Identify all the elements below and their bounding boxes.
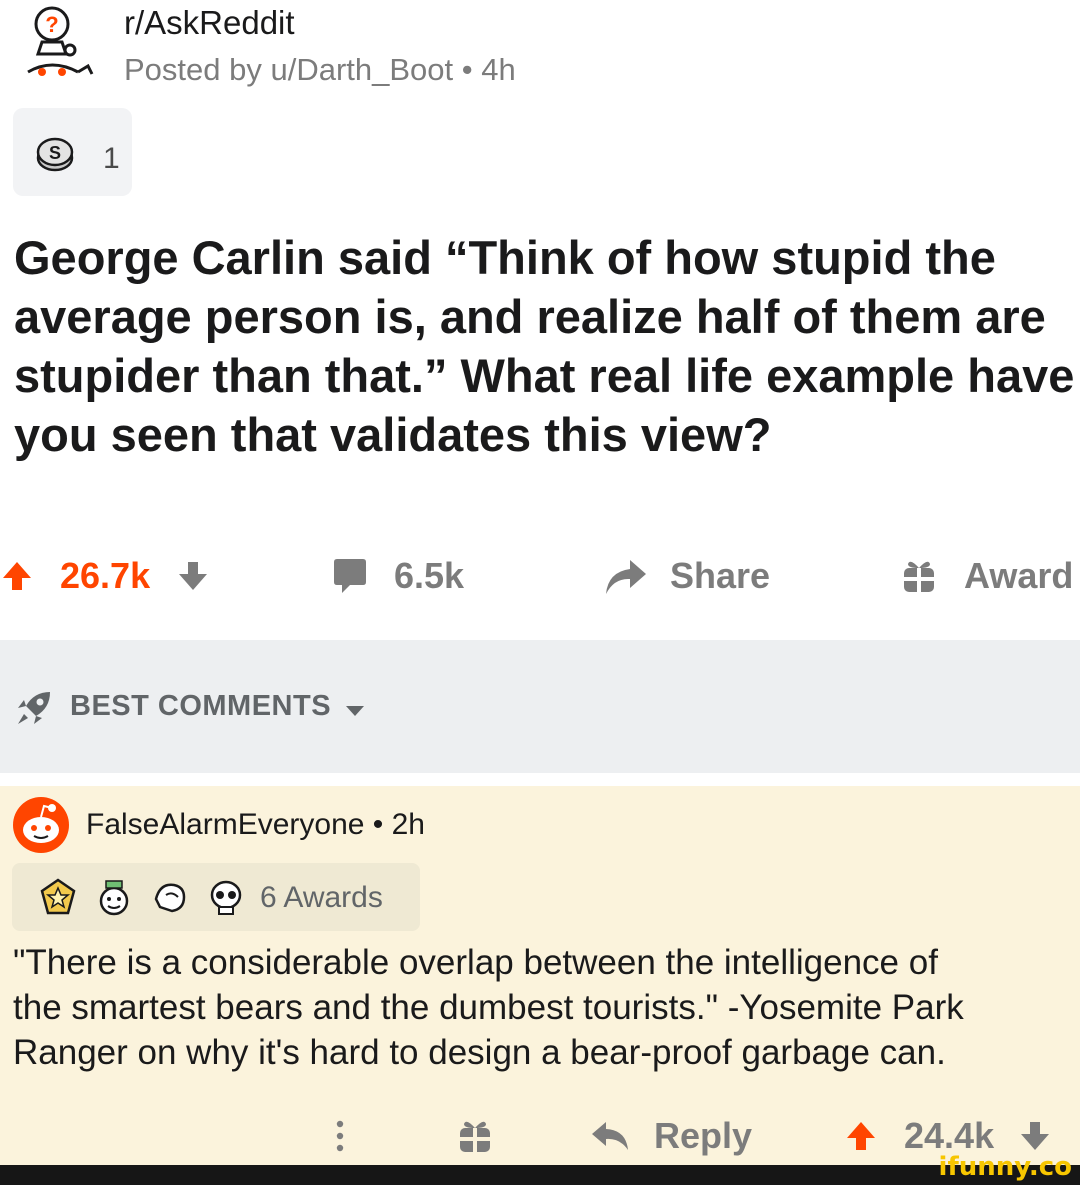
award-label: Award bbox=[964, 555, 1074, 596]
comment-action-bar: Reply 24.4k bbox=[0, 1106, 1080, 1166]
reply-button[interactable]: Reply bbox=[590, 1106, 752, 1166]
downvote-icon[interactable] bbox=[1018, 1119, 1052, 1153]
comment-count: 6.5k bbox=[394, 555, 465, 596]
snoo-avatar-icon[interactable] bbox=[12, 796, 70, 854]
share-label: Share bbox=[670, 555, 771, 596]
upvote-icon[interactable] bbox=[844, 1119, 878, 1153]
post-meta: Posted by u/Darth_Boot • 4h bbox=[124, 52, 516, 87]
post-upvote-count: 26.7k bbox=[60, 555, 151, 596]
comment-upvote-count: 24.4k bbox=[904, 1115, 995, 1156]
gift-icon bbox=[460, 1121, 490, 1152]
post-title-line: average person is, and realize half of t… bbox=[14, 290, 1046, 343]
reply-icon bbox=[592, 1122, 628, 1150]
post-action-bar: 26.7k 6.5k Share Award bbox=[0, 540, 1080, 612]
comment-line: "There is a considerable overlap between… bbox=[13, 943, 938, 982]
more-dots-icon bbox=[336, 1120, 344, 1152]
comment-author[interactable]: FalseAlarmEveryone • 2h bbox=[86, 808, 425, 842]
comment-line: Ranger on why it's hard to design a bear… bbox=[13, 1033, 946, 1072]
subreddit-name[interactable]: r/AskReddit bbox=[124, 4, 295, 42]
share-icon bbox=[606, 560, 646, 594]
post-awards[interactable]: S 1 bbox=[13, 108, 132, 196]
caret-down-icon bbox=[346, 706, 364, 716]
vote-group: 26.7k bbox=[0, 540, 210, 612]
watermark: ifunny.co bbox=[938, 1152, 1072, 1182]
wholesome-award-icon bbox=[99, 880, 129, 916]
comments-button[interactable]: 6.5k bbox=[330, 540, 464, 612]
comment: FalseAlarmEveryone • 2h 6 Awards "There … bbox=[0, 786, 1080, 1166]
reply-label: Reply bbox=[654, 1115, 753, 1156]
more-options-button[interactable] bbox=[334, 1106, 346, 1166]
upvote-icon[interactable] bbox=[0, 559, 34, 593]
svg-text:S: S bbox=[49, 143, 61, 163]
rocket-icon bbox=[18, 692, 50, 724]
post-title[interactable]: George Carlin said “Think of how stupid … bbox=[14, 228, 1076, 464]
post-title-line: stupider than that.” What real life exam… bbox=[14, 349, 1075, 402]
askreddit-snoo-icon[interactable]: ? bbox=[18, 2, 102, 86]
downvote-icon[interactable] bbox=[176, 559, 210, 593]
helpful-award-icon bbox=[154, 883, 186, 913]
skull-award-icon bbox=[210, 880, 242, 915]
svg-text:?: ? bbox=[45, 12, 58, 37]
comment-line: the smartest bears and the dumbest touri… bbox=[13, 988, 964, 1027]
post-header: ? r/AskReddit Posted by u/Darth_Boot • 4… bbox=[0, 0, 1080, 100]
comment-body[interactable]: "There is a considerable overlap between… bbox=[13, 940, 1080, 1075]
gift-icon bbox=[904, 561, 934, 592]
post-title-line: you seen that validates this view? bbox=[14, 408, 772, 461]
share-button[interactable]: Share bbox=[602, 540, 770, 612]
silver-award-icon: S bbox=[36, 137, 74, 172]
awards-count: 6 Awards bbox=[260, 881, 383, 914]
comment-awards[interactable]: 6 Awards bbox=[12, 863, 420, 931]
gold-award-icon bbox=[40, 878, 76, 915]
footer-bar bbox=[0, 1165, 1080, 1185]
post-title-line: George Carlin said “Think of how stupid … bbox=[14, 231, 996, 284]
sort-label: BEST COMMENTS bbox=[70, 690, 332, 722]
award-button[interactable]: Award bbox=[902, 540, 1073, 612]
comment-icon bbox=[334, 559, 366, 593]
comment-sort-bar[interactable]: BEST COMMENTS bbox=[0, 640, 1080, 773]
comment-award-button[interactable] bbox=[458, 1106, 492, 1166]
award-count: 1 bbox=[103, 142, 120, 175]
